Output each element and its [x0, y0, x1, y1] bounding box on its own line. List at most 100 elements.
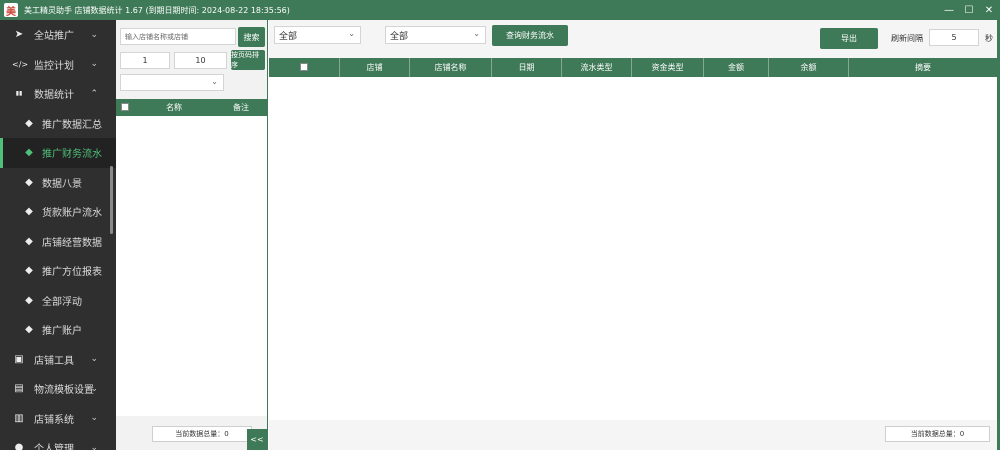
- tag-icon: ◆: [25, 294, 33, 306]
- sidebar-subitem-account[interactable]: ◆ 推广账户: [0, 315, 116, 345]
- sidebar-subitem-float[interactable]: ◆ 全部浮动: [0, 286, 116, 316]
- flow-table-header: 店铺 店铺名称 日期 流水类型 资金类型 金额 余额 摘要: [269, 58, 997, 77]
- bar-chart-icon: ▮▮: [15, 90, 23, 98]
- tag-icon: ◆: [25, 235, 33, 247]
- tag-icon: ◆: [25, 324, 33, 336]
- shop-table-body: [116, 116, 267, 416]
- search-button[interactable]: 搜索: [238, 27, 265, 47]
- chevron-down-icon: ⌄: [90, 29, 98, 40]
- shop-table-header: 名称 备注: [116, 99, 268, 116]
- sidebar-item-label: 货款账户流水: [42, 208, 102, 220]
- tag-icon: ◆: [25, 117, 33, 129]
- chevron-down-icon: ⌄: [90, 354, 98, 365]
- sidebar: ➤ 全站推广 ⌄ </> 监控计划 ⌄ ▮▮ 数据统计 ⌃ ◆ 推广数据汇总 ◆…: [0, 20, 116, 450]
- chevron-down-icon: ⌄: [90, 442, 98, 450]
- maximize-icon[interactable]: ☐: [964, 5, 974, 16]
- refresh-interval-unit: 秒: [985, 34, 993, 43]
- chevron-down-icon: ⌄: [348, 29, 355, 38]
- sidebar-item-label: 数据八景: [42, 178, 82, 190]
- select-all-checkbox[interactable]: [300, 62, 308, 71]
- sidebar-item-monitor[interactable]: </> 监控计划 ⌄: [0, 50, 116, 80]
- finance-flow-panel: 全部 ⌄ 全部 ⌄ 查询财务流水 导出 刷新间隔 5 秒 店铺 店铺名称 日期 …: [269, 20, 1000, 450]
- sidebar-item-label: 店铺系统: [34, 414, 74, 426]
- refresh-interval-label: 刷新间隔: [891, 34, 923, 43]
- shop-filter-select[interactable]: ⌄: [120, 74, 224, 91]
- bank-icon: ▥: [14, 412, 24, 424]
- select-value: 全部: [390, 31, 409, 42]
- column-header-name: 名称: [166, 103, 182, 112]
- chevron-up-icon: ⌃: [90, 88, 98, 99]
- select-value: 全部: [279, 31, 298, 42]
- page-sort-button[interactable]: 按页码排序: [231, 50, 265, 70]
- column-header-amount: 金额: [703, 58, 768, 77]
- window-controls: — ☐ ✕: [944, 0, 994, 20]
- briefcase-icon: ▤: [14, 383, 24, 395]
- chevron-down-icon: ⌄: [90, 383, 98, 394]
- sidebar-item-shop-system[interactable]: ▥ 店铺系统 ⌄: [0, 404, 116, 434]
- flow-count-label: 当前数据总量：0: [885, 426, 990, 442]
- user-icon: ●: [14, 442, 24, 450]
- sidebar-item-label: 推广账户: [42, 326, 82, 338]
- column-header-shop: 店铺: [339, 58, 409, 77]
- sidebar-item-label: 全部浮动: [42, 296, 82, 308]
- select-all-checkbox[interactable]: [121, 102, 129, 111]
- sidebar-subitem-shop-data[interactable]: ◆ 店铺经营数据: [0, 227, 116, 257]
- page-from-input[interactable]: 1: [120, 52, 170, 69]
- column-header-remark: 备注: [233, 103, 249, 112]
- title-bar: 美 美工精灵助手 店铺数据统计 1.67 (到期日期时间: 2024-08-22…: [0, 0, 1000, 20]
- sidebar-subitem-report[interactable]: ◆ 推广方位报表: [0, 256, 116, 286]
- sidebar-item-label: 店铺经营数据: [42, 237, 102, 249]
- chevron-down-icon: ⌄: [90, 413, 98, 424]
- shop-list-panel: 输入店铺名称或店铺 搜索 1 10 按页码排序 ⌄ 名称 备注 当前数据总量：0…: [116, 20, 268, 450]
- window-title: 美工精灵助手 店铺数据统计 1.67 (到期日期时间: 2024-08-22 1…: [24, 5, 290, 15]
- sidebar-item-label: 推广方位报表: [42, 267, 102, 279]
- sidebar-item-label: 全站推广: [34, 31, 74, 43]
- column-header-balance: 余额: [768, 58, 848, 77]
- fund-type-select[interactable]: 全部 ⌄: [385, 26, 486, 44]
- sidebar-item-promotion[interactable]: ➤ 全站推广 ⌄: [0, 20, 116, 50]
- sidebar-scrollbar[interactable]: [110, 166, 113, 234]
- query-flow-button[interactable]: 查询财务流水: [492, 25, 568, 46]
- sidebar-item-label: 店铺工具: [34, 355, 74, 367]
- chevron-down-icon: ⌄: [90, 59, 98, 70]
- column-header-fund-type: 资金类型: [631, 58, 703, 77]
- export-button[interactable]: 导出: [820, 28, 878, 49]
- sidebar-item-logistics[interactable]: ▤ 物流模板设置 ⌄: [0, 374, 116, 404]
- column-header-date: 日期: [491, 58, 561, 77]
- chevron-down-icon: ⌄: [211, 77, 218, 86]
- app-window: 美 美工精灵助手 店铺数据统计 1.67 (到期日期时间: 2024-08-22…: [0, 0, 1000, 450]
- shop-count-label: 当前数据总量：0: [152, 426, 252, 442]
- page-to-input[interactable]: 10: [174, 52, 227, 69]
- close-icon[interactable]: ✕: [984, 5, 994, 16]
- code-icon: </>: [12, 59, 29, 69]
- sidebar-item-label: 推广财务流水: [42, 149, 102, 161]
- shop-search-input[interactable]: 输入店铺名称或店铺: [120, 28, 236, 45]
- tag-icon: ◆: [25, 206, 33, 218]
- flow-table-body: [269, 77, 997, 420]
- send-icon: ➤: [14, 29, 24, 41]
- sidebar-subitem-summary[interactable]: ◆ 推广数据汇总: [0, 109, 116, 139]
- sidebar-subitem-data[interactable]: ◆ 数据八景: [0, 168, 116, 198]
- sidebar-item-label: 物流模板设置: [34, 385, 94, 397]
- tag-icon: ◆: [25, 265, 33, 277]
- sidebar-item-label: 推广数据汇总: [42, 119, 102, 131]
- sidebar-item-label: 数据统计: [34, 90, 74, 102]
- chevron-down-icon: ⌄: [473, 29, 480, 38]
- tag-icon: ◆: [25, 176, 33, 188]
- user-card-icon: ▣: [14, 353, 24, 365]
- column-header-flow-type: 流水类型: [561, 58, 631, 77]
- minimize-icon[interactable]: —: [944, 5, 954, 16]
- refresh-interval-input[interactable]: 5: [929, 29, 979, 46]
- sidebar-subitem-payment-flow[interactable]: ◆ 货款账户流水: [0, 197, 116, 227]
- app-logo-icon: 美: [4, 3, 18, 18]
- sidebar-item-statistics[interactable]: ▮▮ 数据统计 ⌃: [0, 79, 116, 109]
- sidebar-item-personal[interactable]: ● 个人管理 ⌄: [0, 433, 116, 450]
- column-header-shop-name: 店铺名称: [409, 58, 491, 77]
- collapse-panel-button[interactable]: <<: [247, 429, 267, 450]
- tag-icon: ◆: [25, 147, 33, 159]
- column-header-summary: 摘要: [848, 58, 997, 77]
- flow-type-select[interactable]: 全部 ⌄: [274, 26, 361, 44]
- sidebar-item-shop-tools[interactable]: ▣ 店铺工具 ⌄: [0, 345, 116, 375]
- sidebar-subitem-finance-flow[interactable]: ◆ 推广财务流水: [0, 138, 116, 168]
- sidebar-item-label: 个人管理: [34, 444, 74, 450]
